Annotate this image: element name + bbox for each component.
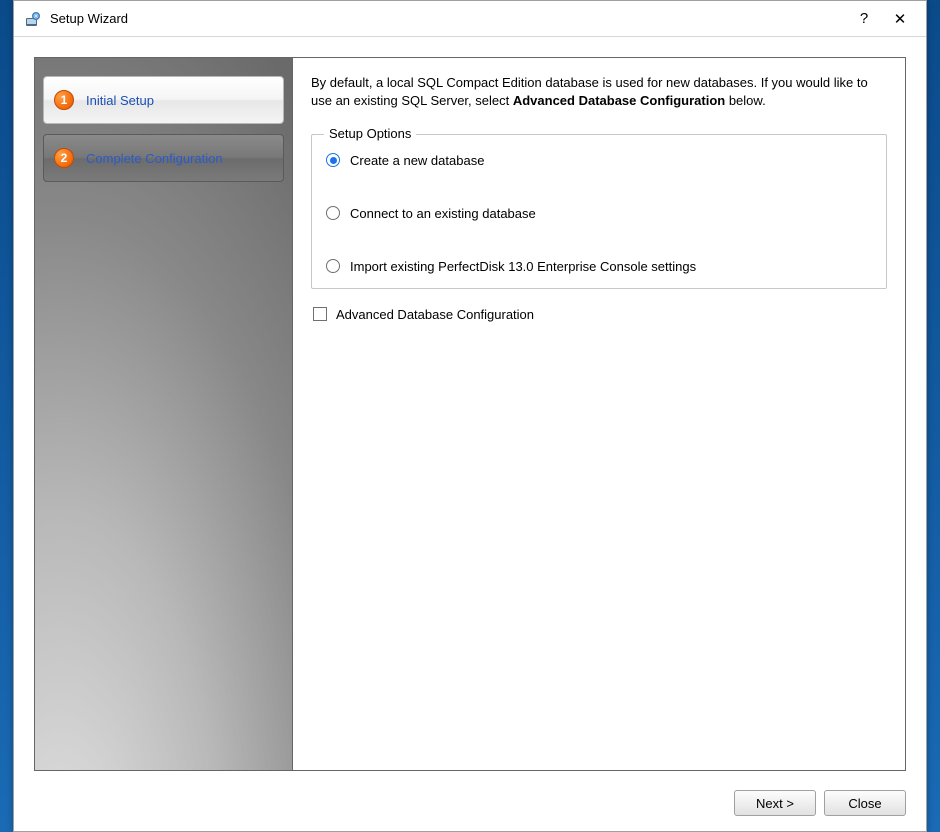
next-button[interactable]: Next > bbox=[734, 790, 816, 816]
radio-icon bbox=[326, 153, 340, 167]
close-window-button[interactable]: ✕ bbox=[882, 4, 918, 34]
step-label: Complete Configuration bbox=[86, 151, 223, 166]
fieldset-legend: Setup Options bbox=[324, 126, 416, 141]
window-title: Setup Wizard bbox=[50, 11, 128, 26]
checkbox-icon bbox=[313, 307, 327, 321]
footer-buttons: Next > Close bbox=[14, 783, 926, 831]
setup-wizard-window: Setup Wizard ? ✕ 1 Initial Setup 2 Compl… bbox=[13, 0, 927, 832]
step-number-badge: 1 bbox=[54, 90, 74, 110]
option-label: Create a new database bbox=[350, 153, 484, 168]
wizard-sidebar: 1 Initial Setup 2 Complete Configuration bbox=[35, 58, 293, 770]
option-label: Connect to an existing database bbox=[350, 206, 536, 221]
radio-icon bbox=[326, 259, 340, 273]
setup-options-group: Setup Options Create a new database Conn… bbox=[311, 134, 887, 289]
help-button[interactable]: ? bbox=[846, 4, 882, 34]
titlebar: Setup Wizard ? ✕ bbox=[14, 1, 926, 37]
intro-bold: Advanced Database Configuration bbox=[513, 93, 725, 108]
advanced-database-configuration-checkbox[interactable]: Advanced Database Configuration bbox=[313, 307, 887, 322]
step-initial-setup[interactable]: 1 Initial Setup bbox=[43, 76, 284, 124]
step-label: Initial Setup bbox=[86, 93, 154, 108]
app-icon bbox=[24, 10, 42, 28]
intro-part2: below. bbox=[725, 93, 765, 108]
step-number-badge: 2 bbox=[54, 148, 74, 168]
option-label: Import existing PerfectDisk 13.0 Enterpr… bbox=[350, 259, 696, 274]
close-button[interactable]: Close bbox=[824, 790, 906, 816]
intro-text: By default, a local SQL Compact Edition … bbox=[311, 74, 887, 110]
option-import-existing-settings[interactable]: Import existing PerfectDisk 13.0 Enterpr… bbox=[326, 259, 872, 274]
option-create-new-database[interactable]: Create a new database bbox=[326, 153, 872, 168]
step-complete-configuration[interactable]: 2 Complete Configuration bbox=[43, 134, 284, 182]
radio-icon bbox=[326, 206, 340, 220]
content-area: 1 Initial Setup 2 Complete Configuration… bbox=[34, 57, 906, 771]
option-connect-existing-database[interactable]: Connect to an existing database bbox=[326, 206, 872, 221]
main-panel: By default, a local SQL Compact Edition … bbox=[293, 58, 905, 770]
checkbox-label: Advanced Database Configuration bbox=[336, 307, 534, 322]
